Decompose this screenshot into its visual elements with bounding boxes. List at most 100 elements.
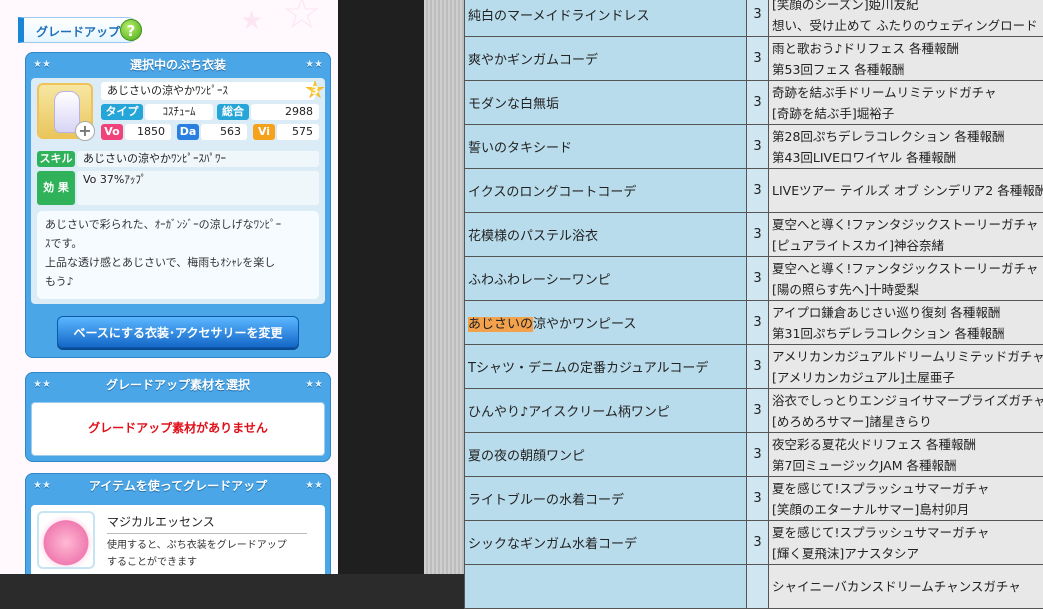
empty-message: グレードアップ素材がありません <box>32 419 324 436</box>
item-card[interactable]: マジカルエッセンス 使用すると、ぷち衣装をグレードアップ することができます <box>31 505 325 574</box>
outfit-name-cell: シックなギンガム水着コーデ <box>465 521 747 565</box>
outfit-description: あじさいで彩られた、ｵｰｶﾞﾝｼﾞｰの涼しげなﾜﾝﾋﾟｰ ｽです。 上品な透け感… <box>37 211 319 299</box>
outfit-name-cell: 夏の夜の朝顔ワンピ <box>465 433 747 477</box>
magical-essence-icon <box>37 511 95 569</box>
material-list: グレードアップ素材がありません <box>31 402 325 456</box>
rarity-cell: 3 <box>747 257 769 301</box>
source-cell: 夏空へと導く!ファンタジックストーリーガチャ[陽の照らす先へ]十時愛梨 <box>769 257 1043 301</box>
effect-value: Vo 37%ｱｯﾌﾟ <box>77 171 319 205</box>
description-line: あじさいで彩られた、ｵｰｶﾞﾝｼﾞｰの涼しげなﾜﾝﾋﾟｰ <box>45 215 311 234</box>
page-margin-stripe <box>424 0 464 574</box>
type-value: ｺｽﾁｭｰﾑ <box>145 104 213 120</box>
table-row: ライトブルーの水着コーデ3夏を感じて!スプラッシュサマーガチャ[笑顔のエターナル… <box>465 477 1043 521</box>
rarity-cell: 3 <box>747 345 769 389</box>
source-line: [めろめろサマー]諸星きらり <box>772 411 1043 432</box>
source-cell: アメリカンカジュアルドリームリミテッドガチャ[アメリカンカジュアル]土屋亜子 <box>769 345 1043 389</box>
section-title: グレードアップ素材を選択 <box>106 378 250 392</box>
rarity-cell <box>747 565 769 609</box>
source-line: 夜空彩る夏花火ドリフェス 各種報酬 <box>772 434 1043 455</box>
star-icon: ★★ <box>305 372 323 398</box>
section-title: 選択中のぷち衣装 <box>130 58 226 72</box>
star-icon: ★★ <box>305 473 323 499</box>
item-description-line: することができます <box>107 554 317 571</box>
plus-icon[interactable]: + <box>75 121 95 141</box>
rarity-cell: 3 <box>747 389 769 433</box>
outfit-name-cell <box>465 565 747 609</box>
description-line: もう♪ <box>45 272 311 291</box>
vo-label: Vo <box>101 124 123 140</box>
source-line: 夏を感じて!スプラッシュサマーガチャ <box>772 522 1043 543</box>
outfit-name-cell: 花模様のパステル浴衣 <box>465 213 747 257</box>
source-line: アメリカンカジュアルドリームリミテッドガチャ <box>772 346 1043 367</box>
table-row: シックなギンガム水着コーデ3夏を感じて!スプラッシュサマーガチャ[輝く夏飛沫]ア… <box>465 521 1043 565</box>
section-title: アイテムを使ってグレードアップ <box>89 479 267 493</box>
outfit-name-cell: Tシャツ・デニムの定番カジュアルコーデ <box>465 345 747 389</box>
source-line: 夏空へと導く!ファンタジックストーリーガチャ <box>772 258 1043 279</box>
outfit-name-cell: ひんやり♪アイスクリーム柄ワンピ <box>465 389 747 433</box>
outfit-name-cell: ふわふわレーシーワンピ <box>465 257 747 301</box>
rarity-cell: 3 <box>747 37 769 81</box>
source-cell: 浴衣でしっとりエンジョイサマープライズガチャ[めろめろサマー]諸星きらり <box>769 389 1043 433</box>
section-header: ★★ グレードアップ素材を選択 ★★ <box>25 372 331 398</box>
item-description: 使用すると、ぷち衣装をグレードアップ することができます <box>107 537 317 571</box>
change-base-outfit-button[interactable]: ベースにする衣装･アクセサリーを変更 <box>57 316 299 348</box>
table-row: ふわふわレーシーワンピ3夏空へと導く!ファンタジックストーリーガチャ[陽の照らす… <box>465 257 1043 301</box>
description-line: ｽです。 <box>45 234 311 253</box>
outfit-name-cell: モダンな白無垢 <box>465 81 747 125</box>
source-cell: 夜空彩る夏花火ドリフェス 各種報酬第7回ミュージックJAM 各種報酬 <box>769 433 1043 477</box>
selected-outfit-panel: ★★ 選択中のぷち衣装 ★★ + あじさいの涼やかﾜﾝﾋﾟｰｽ 3 タイプ ｺｽ… <box>25 52 331 358</box>
source-line: 雨と歌おう♪ドリフェス 各種報酬 <box>772 38 1043 59</box>
source-line: [奇跡を結ぶ手]堀裕子 <box>772 103 1043 124</box>
vo-value: 1850 <box>125 124 171 140</box>
source-line: [輝く夏飛沫]アナスタシア <box>772 543 1043 564</box>
table-row: シャイニーバカンスドリームチャンスガチャ <box>465 565 1043 609</box>
source-cell: 雨と歌おう♪ドリフェス 各種報酬第53回フェス 各種報酬 <box>769 37 1043 81</box>
da-value: 563 <box>201 124 247 140</box>
vi-label: Vi <box>253 124 275 140</box>
source-line: 浴衣でしっとりエンジョイサマープライズガチャ <box>772 390 1043 411</box>
rarity-cell: 3 <box>747 81 769 125</box>
material-panel: ★★ グレードアップ素材を選択 ★★ グレードアップ素材がありません <box>25 372 331 462</box>
source-line: 第53回フェス 各種報酬 <box>772 59 1043 80</box>
table-row: 誓いのタキシード3第28回ぷちデレラコレクション 各種報酬第43回LIVEロワイ… <box>465 125 1043 169</box>
rarity-cell: 3 <box>747 477 769 521</box>
source-cell: [笑顔のシーズン]姫川友紀想い、受け止めて ふたりのウェディングロード <box>769 0 1043 37</box>
item-panel: ★★ アイテムを使ってグレードアップ ★★ マジカルエッセンス 使用すると、ぷち… <box>25 473 331 574</box>
source-cell: 第28回ぷちデレラコレクション 各種報酬第43回LIVEロワイヤル 各種報酬 <box>769 125 1043 169</box>
source-line: [笑顔のエターナルサマー]島村卯月 <box>772 499 1043 520</box>
table-row: Tシャツ・デニムの定番カジュアルコーデ3アメリカンカジュアルドリームリミテッドガ… <box>465 345 1043 389</box>
rarity-cell: 3 <box>747 521 769 565</box>
source-line: 第28回ぷちデレラコレクション 各種報酬 <box>772 126 1043 147</box>
table-row: イクスのロングコートコーデ3LIVEツアー テイルズ オブ シンデリア2 各種報… <box>465 169 1043 213</box>
skill-value: あじさいの涼やかﾜﾝﾋﾟｰｽﾊﾟﾜｰ <box>77 151 319 167</box>
source-line: シャイニーバカンスドリームチャンスガチャ <box>772 576 1043 597</box>
source-line: 夏空へと導く!ファンタジックストーリーガチャ <box>772 214 1043 235</box>
outfit-thumbnail[interactable]: + <box>37 83 93 139</box>
source-cell: 夏空へと導く!ファンタジックストーリーガチャ[ピュアライトスカイ]神谷奈緒 <box>769 213 1043 257</box>
type-label: タイプ <box>101 104 143 120</box>
source-cell: LIVEツアー テイルズ オブ シンデリア2 各種報酬 <box>769 169 1043 213</box>
outfit-details: + あじさいの涼やかﾜﾝﾋﾟｰｽ 3 タイプ ｺｽﾁｭｰﾑ 総合 2988 Vo… <box>31 78 325 304</box>
star-icon: ★★ <box>33 52 51 78</box>
rarity-cell: 3 <box>747 301 769 345</box>
source-line: 奇跡を結ぶ手ドリームリミテッドガチャ <box>772 82 1043 103</box>
effect-label: 効 果 <box>37 171 75 205</box>
skill-label: スキル <box>37 151 75 167</box>
rarity-cell: 3 <box>747 433 769 477</box>
grade-up-header: グレードアップ ? <box>18 17 140 43</box>
star-decoration: ★ <box>240 8 263 34</box>
table-row: 夏の夜の朝顔ワンピ3夜空彩る夏花火ドリフェス 各種報酬第7回ミュージックJAM … <box>465 433 1043 477</box>
rarity-cell: 3 <box>747 213 769 257</box>
table-row: 花模様のパステル浴衣3夏空へと導く!ファンタジックストーリーガチャ[ピュアライト… <box>465 213 1043 257</box>
da-label: Da <box>177 124 199 140</box>
source-line: 想い、受け止めて ふたりのウェディングロード <box>772 15 1043 36</box>
page-title: グレードアップ <box>36 23 120 40</box>
rarity-cell: 3 <box>747 169 769 213</box>
outfit-table: 純白のマーメイドラインドレス3[笑顔のシーズン]姫川友紀想い、受け止めて ふたり… <box>464 0 1043 609</box>
star-decoration: ☆ <box>282 0 321 36</box>
question-icon[interactable]: ? <box>120 19 142 41</box>
vi-value: 575 <box>277 124 319 140</box>
outfit-name: あじさいの涼やかﾜﾝﾋﾟｰｽ <box>101 82 315 100</box>
source-line: 夏を感じて!スプラッシュサマーガチャ <box>772 478 1043 499</box>
star-icon: ★★ <box>33 372 51 398</box>
